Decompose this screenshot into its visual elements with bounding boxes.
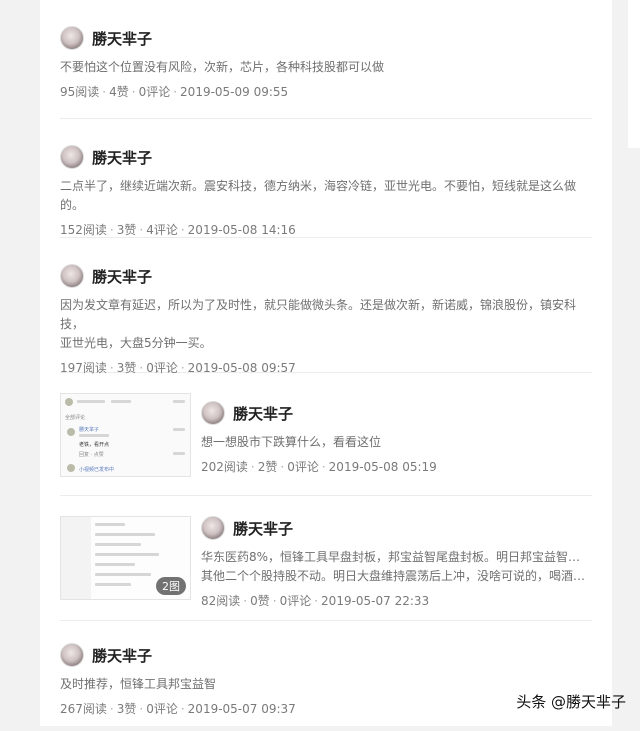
thumb-line xyxy=(95,553,159,556)
post-time: 2019-05-08 14:16 xyxy=(187,223,296,237)
thumb-avatar xyxy=(65,398,73,406)
avatar[interactable] xyxy=(201,516,225,540)
post-text[interactable]: 二点半了，继续近端次新。震安科技，德方纳米，海容冷链，亚世光电。不要怕，短线就是… xyxy=(60,177,592,215)
comment-count: 0评论 xyxy=(146,702,178,716)
post-item[interactable]: 全部评论 勝天芈子 老铁，看开点 回复 · 点赞 小视频已发布中 勝天芈子 想一… xyxy=(60,373,592,496)
post-item[interactable]: 2图 勝天芈子 华东医药8%，恒锋工具早盘封板，邦宝益智尾盘封板。明日邦宝益智高… xyxy=(60,496,592,621)
comment-count: 0评论 xyxy=(279,594,312,608)
read-count: 95阅读 xyxy=(60,85,100,99)
post-text[interactable]: 不要怕这个位置没有风险，次新，芯片，各种科技股都可以做 xyxy=(60,58,592,77)
comment-count: 0评论 xyxy=(138,85,171,99)
avatar[interactable] xyxy=(60,264,84,288)
post-text-line: 因为发文章有延迟，所以为了及时性，就只能做微头条。还是做次新，新诺威，锦浪股份，… xyxy=(60,298,577,331)
thumb-comment-actions: 回复 · 点赞 xyxy=(79,452,104,458)
like-count: 2赞 xyxy=(257,460,278,474)
thumb-line xyxy=(95,533,155,536)
author-name[interactable]: 勝天芈子 xyxy=(92,28,152,49)
thumb-line xyxy=(173,428,185,431)
post-text-line: 华东医药8%，恒锋工具早盘封板，邦宝益智尾盘封板。明日邦宝益智高抛， xyxy=(201,550,592,564)
thumb-commenter: 勝天芈子 xyxy=(79,427,100,433)
avatar[interactable] xyxy=(201,401,225,425)
read-count: 152阅读 xyxy=(60,223,107,237)
post-item[interactable]: 勝天芈子 不要怕这个位置没有风险，次新，芯片，各种科技股都可以做 95阅读 · 4赞… xyxy=(60,0,592,119)
post-text-line: 亚世光电，大盘5分钟一买。 xyxy=(60,336,212,350)
thumb-line xyxy=(79,434,109,437)
post-time: 2019-05-07 22:33 xyxy=(321,594,430,608)
post-text[interactable]: 及时推荐，恒锋工具邦宝益智 xyxy=(60,675,592,694)
post-text[interactable]: 因为发文章有延迟，所以为了及时性，就只能做微头条。还是做次新，新诺威，锦浪股份，… xyxy=(60,296,592,353)
avatar[interactable] xyxy=(60,643,84,667)
author-name[interactable]: 勝天芈子 xyxy=(92,645,152,666)
thumb-line xyxy=(111,400,131,403)
side-panel-edge xyxy=(628,0,640,148)
comment-count: 4评论 xyxy=(146,223,178,237)
avatar[interactable] xyxy=(60,26,84,50)
author-name[interactable]: 勝天芈子 xyxy=(92,147,152,168)
post-author[interactable]: 勝天芈子 xyxy=(201,516,592,540)
thumb-line xyxy=(95,573,151,576)
post-meta: 82阅读 · 0赞 · 0评论 · 2019-05-07 22:33 xyxy=(201,594,430,608)
comment-count: 0评论 xyxy=(287,460,319,474)
thumb-header: 全部评论 xyxy=(65,415,86,421)
post-body: 勝天芈子 想一想股市下跌算什么，看看这位 202阅读 · 2赞 · 0评论 · 2019-0… xyxy=(201,373,592,475)
author-name[interactable]: 勝天芈子 xyxy=(92,266,152,287)
post-time: 2019-05-07 09:37 xyxy=(187,702,296,716)
post-time: 2019-05-09 09:55 xyxy=(180,85,289,99)
source-watermark: 头条 @勝天芈子 xyxy=(516,693,626,711)
thumb-line xyxy=(95,563,135,566)
like-count: 0赞 xyxy=(250,594,270,608)
read-count: 202阅读 xyxy=(201,460,248,474)
post-meta: 267阅读 · 3赞 · 0评论 · 2019-05-07 09:37 xyxy=(60,702,296,716)
post-meta: 202阅读 · 2赞 · 0评论 · 2019-05-08 05:19 xyxy=(201,460,437,474)
post-author[interactable]: 勝天芈子 xyxy=(60,145,592,169)
thumb-footer: 小视频已发布中 xyxy=(79,467,115,473)
read-count: 267阅读 xyxy=(60,702,107,716)
post-feed: 勝天芈子 不要怕这个位置没有风险，次新，芯片，各种科技股都可以做 95阅读 · 4赞… xyxy=(60,0,592,731)
post-text[interactable]: 华东医药8%，恒锋工具早盘封板，邦宝益智尾盘封板。明日邦宝益智高抛， 其他二个个… xyxy=(201,548,592,586)
thumb-line xyxy=(77,400,105,403)
author-name[interactable]: 勝天芈子 xyxy=(233,518,293,539)
avatar[interactable] xyxy=(60,145,84,169)
like-count: 4赞 xyxy=(109,85,129,99)
thumb-line xyxy=(173,452,185,455)
thumb-line xyxy=(95,543,141,546)
thumb-avatar xyxy=(67,428,75,436)
post-author[interactable]: 勝天芈子 xyxy=(201,401,592,425)
post-item[interactable]: 勝天芈子 二点半了，继续近端次新。震安科技，德方纳米，海容冷链，亚世光电。不要怕… xyxy=(60,119,592,238)
thumb-line xyxy=(95,583,131,586)
post-thumbnail[interactable]: 全部评论 勝天芈子 老铁，看开点 回复 · 点赞 小视频已发布中 xyxy=(60,393,191,477)
post-item[interactable]: 勝天芈子 及时推荐，恒锋工具邦宝益智 267阅读 · 3赞 · 0评论 · 2019-05-… xyxy=(60,621,592,731)
thumb-line xyxy=(173,400,185,403)
post-meta: 95阅读 · 4赞 · 0评论 · 2019-05-09 09:55 xyxy=(60,85,289,99)
post-author[interactable]: 勝天芈子 xyxy=(60,264,592,288)
thumb-line xyxy=(95,523,125,526)
post-text[interactable]: 想一想股市下跌算什么，看看这位 xyxy=(201,433,592,452)
like-count: 3赞 xyxy=(116,702,137,716)
post-meta: 152阅读 · 3赞 · 4评论 · 2019-05-08 14:16 xyxy=(60,223,296,237)
author-name[interactable]: 勝天芈子 xyxy=(233,403,293,424)
post-author[interactable]: 勝天芈子 xyxy=(60,26,592,50)
thumb-comment: 老铁，看开点 xyxy=(79,442,110,448)
thumb-margin xyxy=(61,517,91,599)
read-count: 82阅读 xyxy=(201,594,241,608)
like-count: 3赞 xyxy=(116,223,137,237)
post-text-line: 其他二个个股持股不动。明日大盘维持震荡后上冲，没啥可说的，喝酒去了... xyxy=(201,569,592,583)
post-thumbnail[interactable]: 2图 xyxy=(60,516,191,600)
thumb-avatar xyxy=(67,464,75,472)
post-body: 勝天芈子 华东医药8%，恒锋工具早盘封板，邦宝益智尾盘封板。明日邦宝益智高抛， … xyxy=(201,496,592,609)
post-item[interactable]: 勝天芈子 因为发文章有延迟，所以为了及时性，就只能做微头条。还是做次新，新诺威，… xyxy=(60,238,592,375)
image-count-badge: 2图 xyxy=(156,577,186,595)
post-author[interactable]: 勝天芈子 xyxy=(60,643,592,667)
post-time: 2019-05-08 05:19 xyxy=(328,460,437,474)
